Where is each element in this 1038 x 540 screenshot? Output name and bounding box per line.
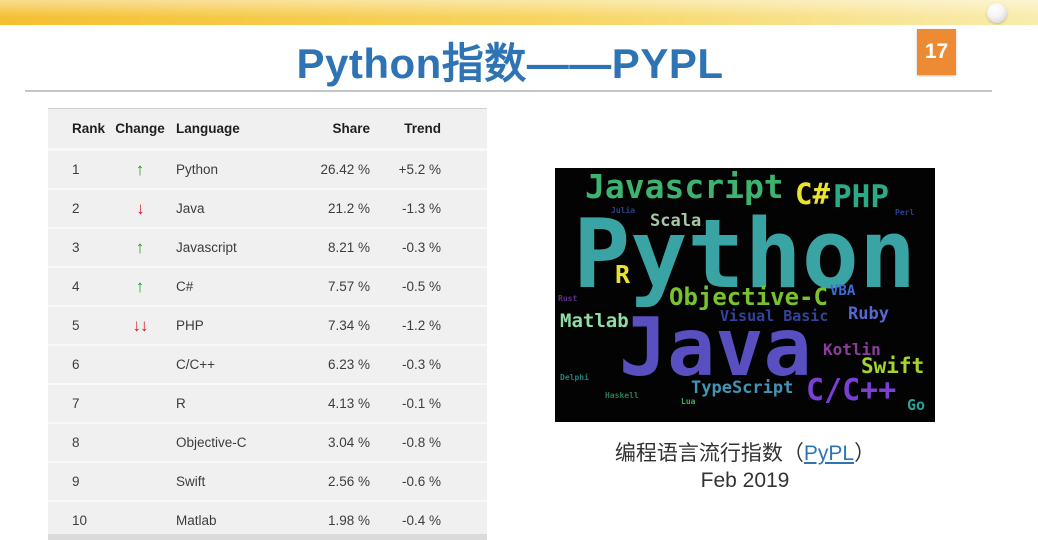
cloud-word: VBA: [830, 284, 855, 298]
table-cell-language: Javascript: [176, 240, 296, 255]
table-cell-change: ↑: [104, 161, 176, 178]
cloud-word: Rust: [558, 295, 577, 303]
pypl-link[interactable]: PyPL: [804, 442, 854, 465]
table-cell-language: PHP: [176, 318, 296, 333]
table-cell-language: C/C++: [176, 357, 296, 372]
table-cell-trend: -1.2 %: [370, 318, 441, 333]
table-cell-share: 2.56 %: [296, 474, 370, 489]
slide: 1 7 Python指数——PYPL RankChangeLanguageShar…: [0, 0, 1038, 540]
table-cell-rank: 2: [60, 201, 104, 216]
table-cell-rank: 8: [60, 435, 104, 450]
table-cell-share: 26.42 %: [296, 162, 370, 177]
table-row: 1↑Python26.42 %+5.2 %: [48, 151, 487, 190]
table-cell-rank: 1: [60, 162, 104, 177]
cloud-word: Lua: [681, 398, 695, 406]
table-row: 6 C/C++6.23 %-0.3 %: [48, 346, 487, 385]
table-cell-rank: 4: [60, 279, 104, 294]
table-body: 1↑Python26.42 %+5.2 %2↓Java21.2 %-1.3 %3…: [48, 151, 487, 540]
table-cell-language: R: [176, 396, 296, 411]
cloud-word: C/C++: [806, 376, 896, 406]
cloud-word: Haskell: [605, 392, 639, 400]
table-cell-change: ↓↓: [104, 317, 176, 334]
table-header-cell: Language: [176, 121, 296, 136]
table-cell-trend: -0.6 %: [370, 474, 441, 489]
table-cell-trend: -0.4 %: [370, 513, 441, 528]
table-row: 8 Objective-C3.04 %-0.8 %: [48, 424, 487, 463]
table-row: 7 R4.13 %-0.1 %: [48, 385, 487, 424]
cloud-word: R: [615, 262, 630, 287]
table-cell-trend: +5.2 %: [370, 162, 441, 177]
table-cell-rank: 6: [60, 357, 104, 372]
table-cell-trend: -1.3 %: [370, 201, 441, 216]
caption-date: Feb 2019: [545, 467, 945, 494]
table-cell-share: 7.57 %: [296, 279, 370, 294]
table-cell-change: ↑: [104, 239, 176, 256]
table-row: 9 Swift2.56 %-0.6 %: [48, 463, 487, 502]
cloud-word: TypeScript: [691, 380, 793, 397]
table-cell-language: Python: [176, 162, 296, 177]
pypl-ranking-table: RankChangeLanguageShareTrend 1↑Python26.…: [48, 108, 487, 540]
table-cell-rank: 3: [60, 240, 104, 255]
sphere-ornament-icon: [987, 3, 1007, 23]
table-header-cell: Change: [104, 121, 176, 136]
table-row: 5↓↓PHP7.34 %-1.2 %: [48, 307, 487, 346]
table-cell-language: C#: [176, 279, 296, 294]
caption-suffix: ）: [854, 442, 875, 465]
table-cell-share: 3.04 %: [296, 435, 370, 450]
cloud-word: Go: [907, 398, 925, 413]
table-cell-share: 8.21 %: [296, 240, 370, 255]
table-row: 4↑C#7.57 %-0.5 %: [48, 268, 487, 307]
table-cell-language: Objective-C: [176, 435, 296, 450]
table-cell-trend: -0.3 %: [370, 240, 441, 255]
table-cell-share: 21.2 %: [296, 201, 370, 216]
table-cell-trend: -0.8 %: [370, 435, 441, 450]
wordcloud-image: JavascriptC#PHPPerlJuliaScalaPythonRRust…: [555, 168, 935, 422]
table-cutoff-strip: [48, 534, 487, 540]
table-header-row: RankChangeLanguageShareTrend: [48, 109, 487, 151]
caption: 编程语言流行指数（PyPL） Feb 2019: [545, 440, 945, 494]
table-cell-share: 7.34 %: [296, 318, 370, 333]
caption-line1: 编程语言流行指数（PyPL）: [545, 440, 945, 467]
table-cell-language: Swift: [176, 474, 296, 489]
table-header-cell: Trend: [370, 121, 441, 136]
table-row: 2↓Java21.2 %-1.3 %: [48, 190, 487, 229]
table-header-cell: Rank: [60, 121, 104, 136]
table-cell-rank: 7: [60, 396, 104, 411]
table-cell-rank: 10: [60, 513, 104, 528]
table-header-cell: Share: [296, 121, 370, 136]
table-cell-trend: -0.5 %: [370, 279, 441, 294]
cloud-word: Ruby: [848, 306, 889, 323]
table-cell-trend: -0.1 %: [370, 396, 441, 411]
cloud-word: Delphi: [560, 374, 589, 382]
cloud-word: Javascript: [585, 170, 784, 203]
table-cell-share: 1.98 %: [296, 513, 370, 528]
table-cell-rank: 9: [60, 474, 104, 489]
title-divider: [25, 90, 992, 92]
table-cell-language: Java: [176, 201, 296, 216]
table-cell-trend: -0.3 %: [370, 357, 441, 372]
table-cell-share: 4.13 %: [296, 396, 370, 411]
table-cell-language: Matlab: [176, 513, 296, 528]
table-cell-change: ↓: [104, 200, 176, 217]
table-cell-rank: 5: [60, 318, 104, 333]
table-cell-share: 6.23 %: [296, 357, 370, 372]
table-row: 3↑Javascript8.21 %-0.3 %: [48, 229, 487, 268]
top-accent-bar: [0, 0, 1038, 25]
caption-prefix: 编程语言流行指数（: [615, 442, 804, 465]
page-title: Python指数——PYPL: [0, 30, 1020, 91]
table-cell-change: ↑: [104, 278, 176, 295]
cloud-word: Java: [619, 308, 812, 388]
